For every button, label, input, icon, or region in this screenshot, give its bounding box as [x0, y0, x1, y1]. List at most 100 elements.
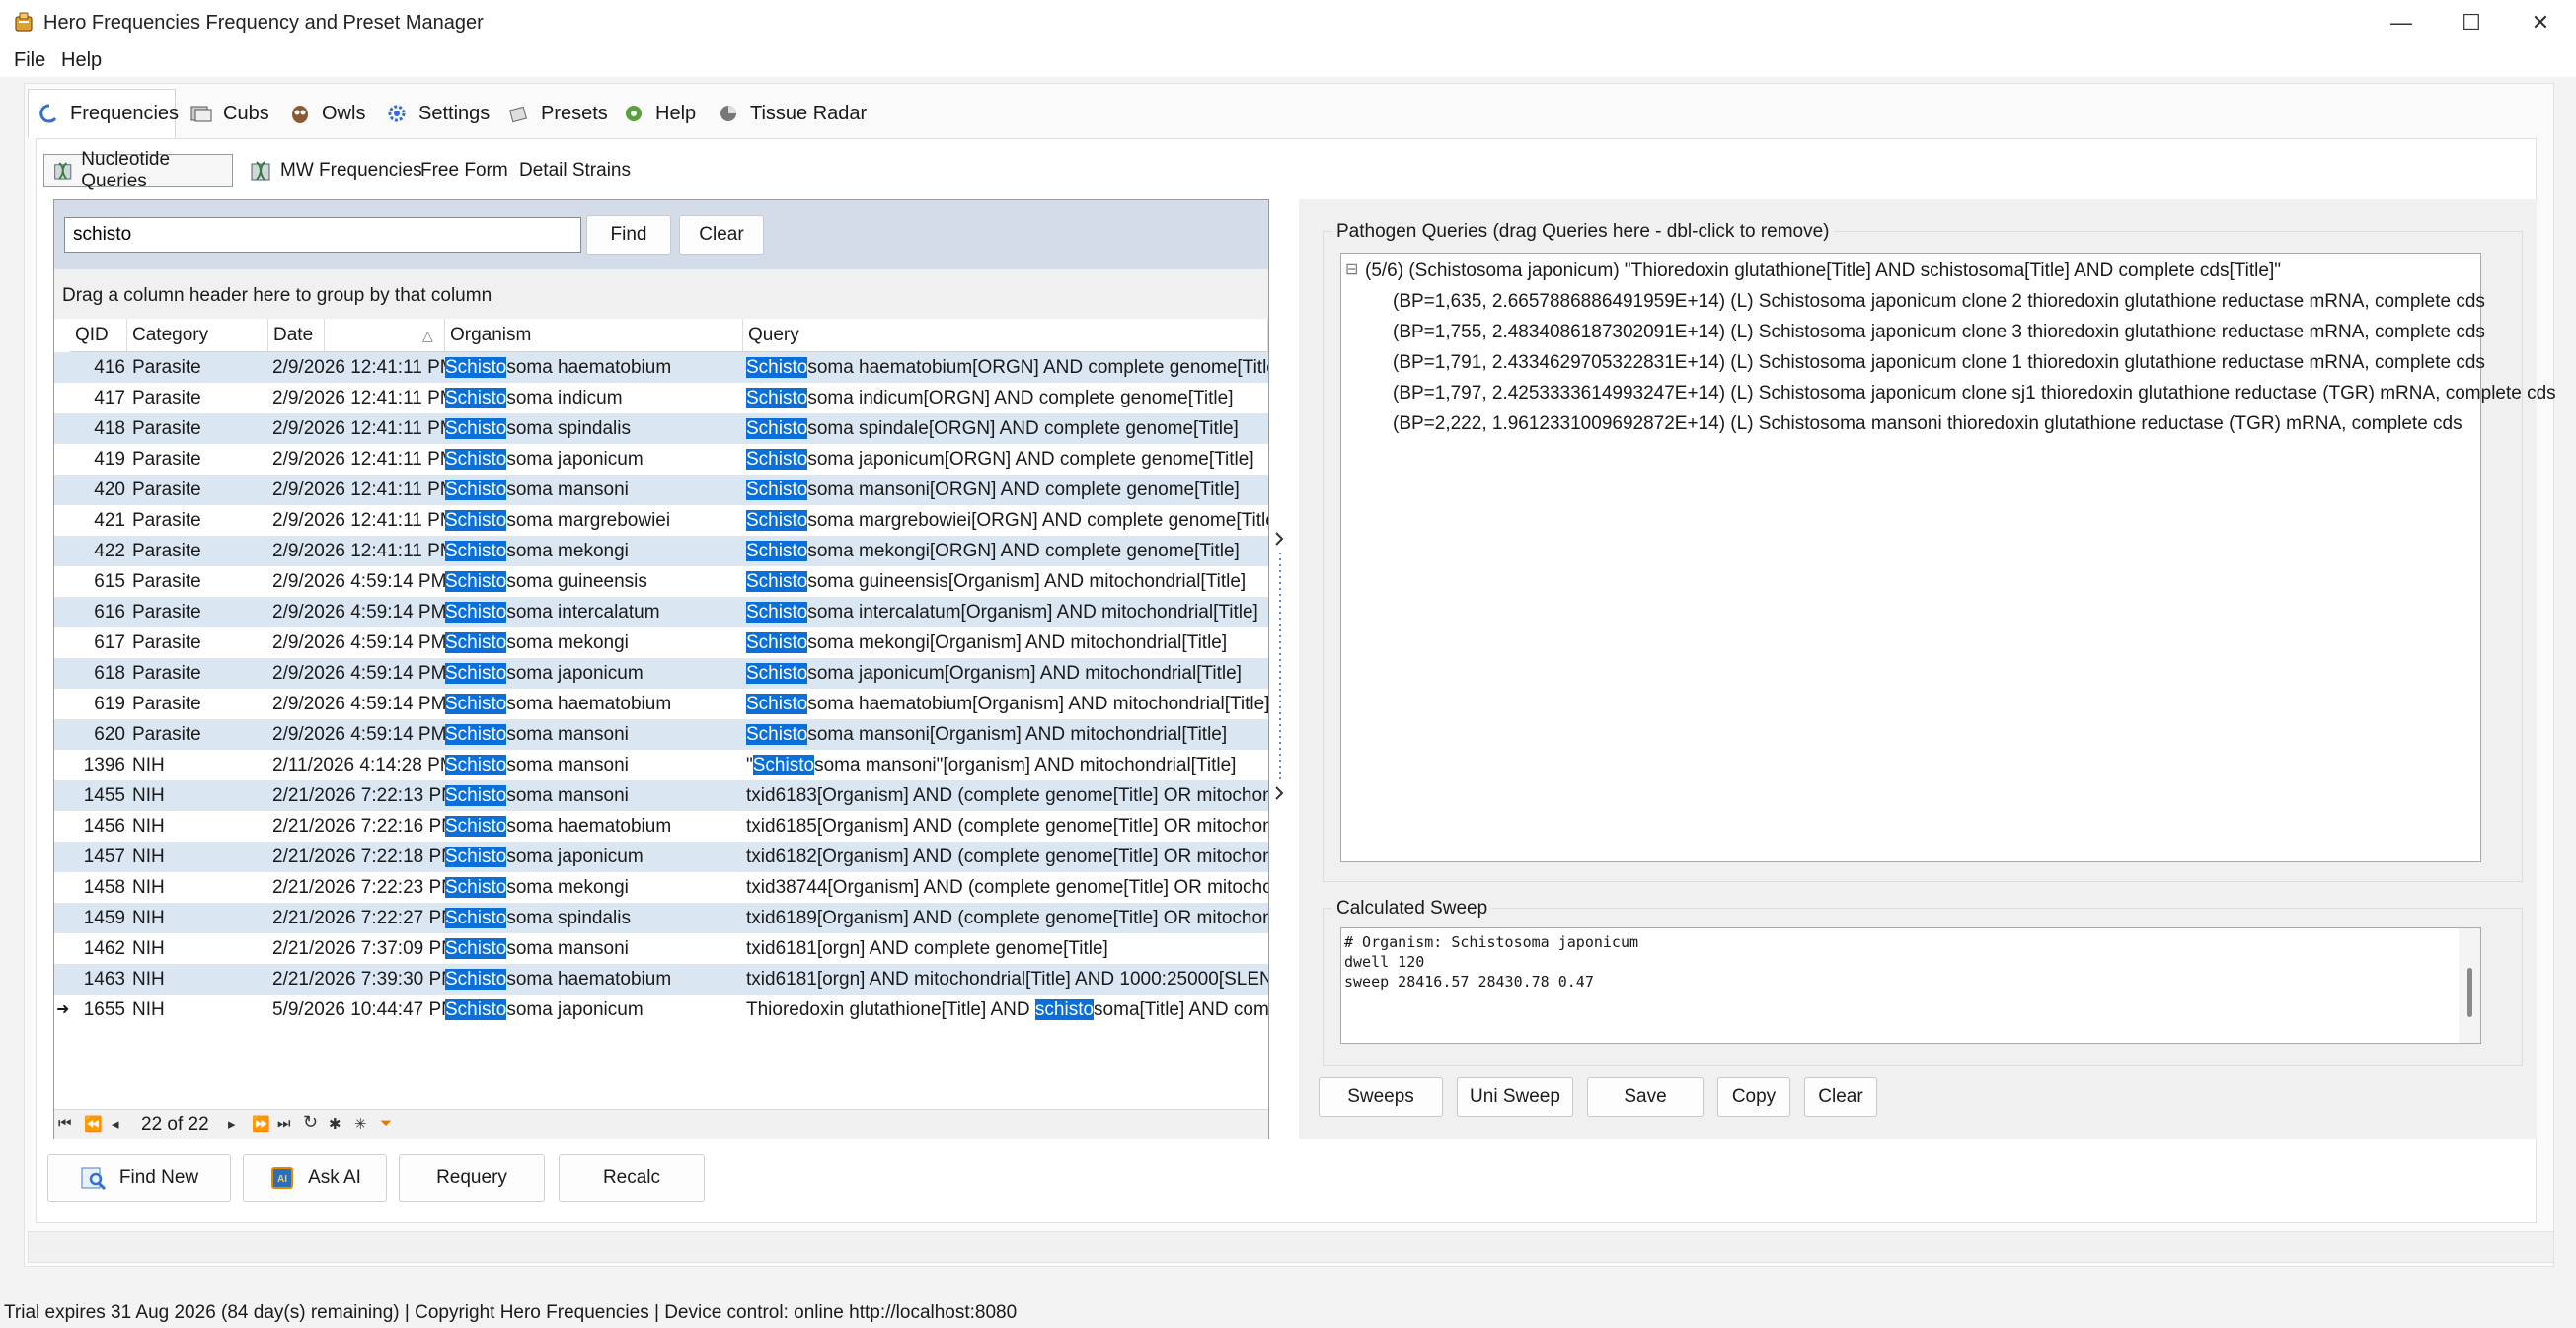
tree-child[interactable]: (BP=1,755, 2.4834086187302091E+14) (L) S… [1393, 322, 2485, 343]
cell-query: Schistosoma indicum[ORGN] AND complete g… [743, 383, 1268, 413]
previous-record-button[interactable]: ◂ [112, 1115, 119, 1133]
cell-category: Parasite [132, 571, 201, 592]
tree-child[interactable]: (BP=1,635, 2.6657886886491959E+14) (L) S… [1393, 291, 2485, 313]
table-row[interactable]: 418 Parasite 2/9/2026 12:41:11 PM Schistoso… [54, 413, 1268, 444]
cell-organism: Schistosoma mekongi [445, 872, 743, 903]
tab-help[interactable]: Help [612, 89, 706, 138]
table-row[interactable]: 619 Parasite 2/9/2026 4:59:14 PM Schistosom… [54, 689, 1268, 719]
collapse-icon[interactable]: ⊟ [1345, 259, 1358, 279]
table-row[interactable]: 1458 NIH 2/21/2026 7:22:23 PM Schistosoma m… [54, 872, 1268, 903]
first-record-button[interactable]: ⏮ [58, 1115, 72, 1132]
pathogen-tree[interactable]: ⊟ (5/6) (Schistosoma japonicum) "Thiored… [1340, 253, 2556, 862]
close-button[interactable]: ✕ [2505, 0, 2576, 45]
tab-owls[interactable]: Owls [278, 89, 375, 138]
query-text: txid6181[orgn] AND complete genome[Title… [746, 938, 1108, 959]
query-text: soma margrebowiei[ORGN] AND complete gen… [807, 510, 1268, 531]
find-new-button[interactable]: Find New [47, 1154, 231, 1202]
organism-text: soma haematobium [506, 694, 672, 714]
add-record-icon[interactable]: ✱ [329, 1115, 341, 1133]
menu-help[interactable]: Help [55, 49, 108, 72]
search-match: Schisto [746, 418, 808, 439]
table-row[interactable]: 420 Parasite 2/9/2026 12:41:11 PM Schistoso… [54, 475, 1268, 505]
table-row[interactable]: 419 Parasite 2/9/2026 12:41:11 PM Schistoso… [54, 444, 1268, 475]
cell-organism: Schistosoma mekongi [445, 627, 743, 658]
cell-category: Parasite [132, 510, 201, 531]
cell-qid: 1458 [83, 877, 125, 898]
tab-presets[interactable]: Presets [497, 89, 618, 138]
save-button[interactable]: Save [1587, 1077, 1704, 1117]
maximize-button[interactable]: ☐ [2436, 0, 2507, 45]
column-header-query[interactable]: Query [743, 319, 1268, 352]
refresh-icon[interactable]: ↻ [303, 1112, 318, 1133]
cell-organism: Schistosoma mansoni [445, 750, 743, 780]
scrollbar-thumb[interactable] [2467, 968, 2472, 1017]
copy-button[interactable]: Copy [1717, 1077, 1790, 1117]
sweep-textarea[interactable]: # Organism: Schistosoma japonicum dwell … [1340, 927, 2481, 1044]
tab-frequencies[interactable]: Frequencies [28, 89, 179, 138]
search-match: Schisto [445, 357, 507, 378]
tree-child[interactable]: (BP=1,797, 2.4253333614993247E+14) (L) S… [1393, 383, 2556, 405]
subtab-nucleotide-queries[interactable]: Nucleotide Queries [43, 149, 233, 191]
subtab-label: Detail Strains [519, 160, 631, 181]
search-input[interactable] [64, 217, 581, 253]
table-row[interactable]: 616 Parasite 2/9/2026 4:59:14 PM Schistosom… [54, 597, 1268, 627]
tree-child[interactable]: (BP=2,222, 1.9612331009692872E+14) (L) S… [1393, 413, 2462, 435]
search-match: Schisto [746, 541, 808, 561]
cell-date: 2/21/2026 7:22:18 PM [272, 847, 445, 867]
find-button[interactable]: Find [586, 215, 671, 255]
cell-qid: 1456 [83, 816, 125, 837]
clear-search-button[interactable]: Clear [679, 215, 764, 255]
table-row[interactable]: 618 Parasite 2/9/2026 4:59:14 PM Schistosom… [54, 658, 1268, 689]
table-row[interactable]: 1459 NIH 2/21/2026 7:22:27 PM Schistosoma s… [54, 903, 1268, 933]
cell-category: NIH [132, 755, 165, 775]
tab-settings[interactable]: Settings [375, 89, 499, 138]
cell-qid: 418 [94, 418, 125, 439]
next-record-button[interactable]: ▸ [228, 1115, 236, 1133]
table-row[interactable]: 1457 NIH 2/21/2026 7:22:18 PM Schistosoma j… [54, 842, 1268, 872]
tab-label: Settings [418, 102, 491, 124]
table-row[interactable]: 1462 NIH 2/21/2026 7:37:09 PM Schistosoma m… [54, 933, 1268, 964]
tab-tissue-radar[interactable]: Tissue Radar [707, 89, 876, 138]
menu-file[interactable]: File [8, 49, 51, 72]
table-row[interactable]: 617 Parasite 2/9/2026 4:59:14 PM Schistosom… [54, 627, 1268, 658]
subtab-detail-strains[interactable]: Detail Strains [511, 154, 639, 187]
uni-sweep-button[interactable]: Uni Sweep [1457, 1077, 1573, 1117]
table-row[interactable]: 422 Parasite 2/9/2026 12:41:11 PM Schistoso… [54, 536, 1268, 566]
column-header-organism[interactable]: Organism [445, 319, 743, 352]
table-row[interactable]: 1455 NIH 2/21/2026 7:22:13 PM Schistosoma m… [54, 780, 1268, 811]
table-row[interactable]: ➜ 1655 NIH 5/9/2026 10:44:47 PM Schistosoma … [54, 995, 1268, 1025]
filter-icon[interactable]: ⏷ [380, 1115, 392, 1132]
next-page-button[interactable]: ⏩ [252, 1115, 270, 1133]
subtab-mw-frequencies[interactable]: MW Frequencies [241, 154, 430, 187]
minimize-button[interactable]: — [2366, 0, 2437, 45]
column-header-qid[interactable]: QID [70, 319, 127, 352]
table-row[interactable]: 417 Parasite 2/9/2026 12:41:11 PM Schistoso… [54, 383, 1268, 413]
cell-qid: 422 [94, 541, 125, 561]
subtab-free-form[interactable]: Free Form [413, 154, 516, 187]
table-row[interactable]: 1396 NIH 2/11/2026 4:14:28 PM Schistosoma m… [54, 750, 1268, 780]
tree-root[interactable]: (5/6) (Schistosoma japonicum) "Thioredox… [1365, 260, 2281, 282]
splitter-handle[interactable] [1273, 523, 1287, 809]
tab-cubs[interactable]: Cubs [180, 89, 279, 138]
table-row[interactable]: 416 Parasite 2/9/2026 12:41:11 PM Schistoso… [54, 352, 1268, 383]
sweep-scrollbar[interactable] [2459, 928, 2480, 1043]
ask-ai-button[interactable]: AI Ask AI [243, 1154, 387, 1202]
recalc-button[interactable]: Recalc [559, 1154, 705, 1202]
table-row[interactable]: 421 Parasite 2/9/2026 12:41:11 PM Schistoso… [54, 505, 1268, 536]
clear-sweep-button[interactable]: Clear [1804, 1077, 1877, 1117]
edit-record-icon[interactable]: ✳ [354, 1115, 367, 1133]
tree-child[interactable]: (BP=1,791, 2.4334629705322831E+14) (L) S… [1393, 352, 2485, 374]
requery-button[interactable]: Requery [399, 1154, 545, 1202]
last-record-button[interactable]: ⏭ [277, 1115, 291, 1132]
previous-page-button[interactable]: ⏪ [84, 1115, 103, 1133]
cell-query: txid6189[Organism] AND (complete genome[… [743, 903, 1268, 933]
table-row[interactable]: 615 Parasite 2/9/2026 4:59:14 PM Schistosom… [54, 566, 1268, 597]
column-header-date[interactable]: Date △ [267, 319, 445, 352]
cell-organism: Schistosoma haematobium [445, 689, 743, 719]
table-row[interactable]: 1463 NIH 2/21/2026 7:39:30 PM Schistosoma h… [54, 964, 1268, 995]
sweeps-button[interactable]: Sweeps [1319, 1077, 1443, 1117]
cell-category: Parasite [132, 388, 201, 408]
table-row[interactable]: 1456 NIH 2/21/2026 7:22:16 PM Schistosoma h… [54, 811, 1268, 842]
cell-query: txid6181[orgn] AND complete genome[Title… [743, 933, 1268, 964]
table-row[interactable]: 620 Parasite 2/9/2026 4:59:14 PM Schistosom… [54, 719, 1268, 750]
